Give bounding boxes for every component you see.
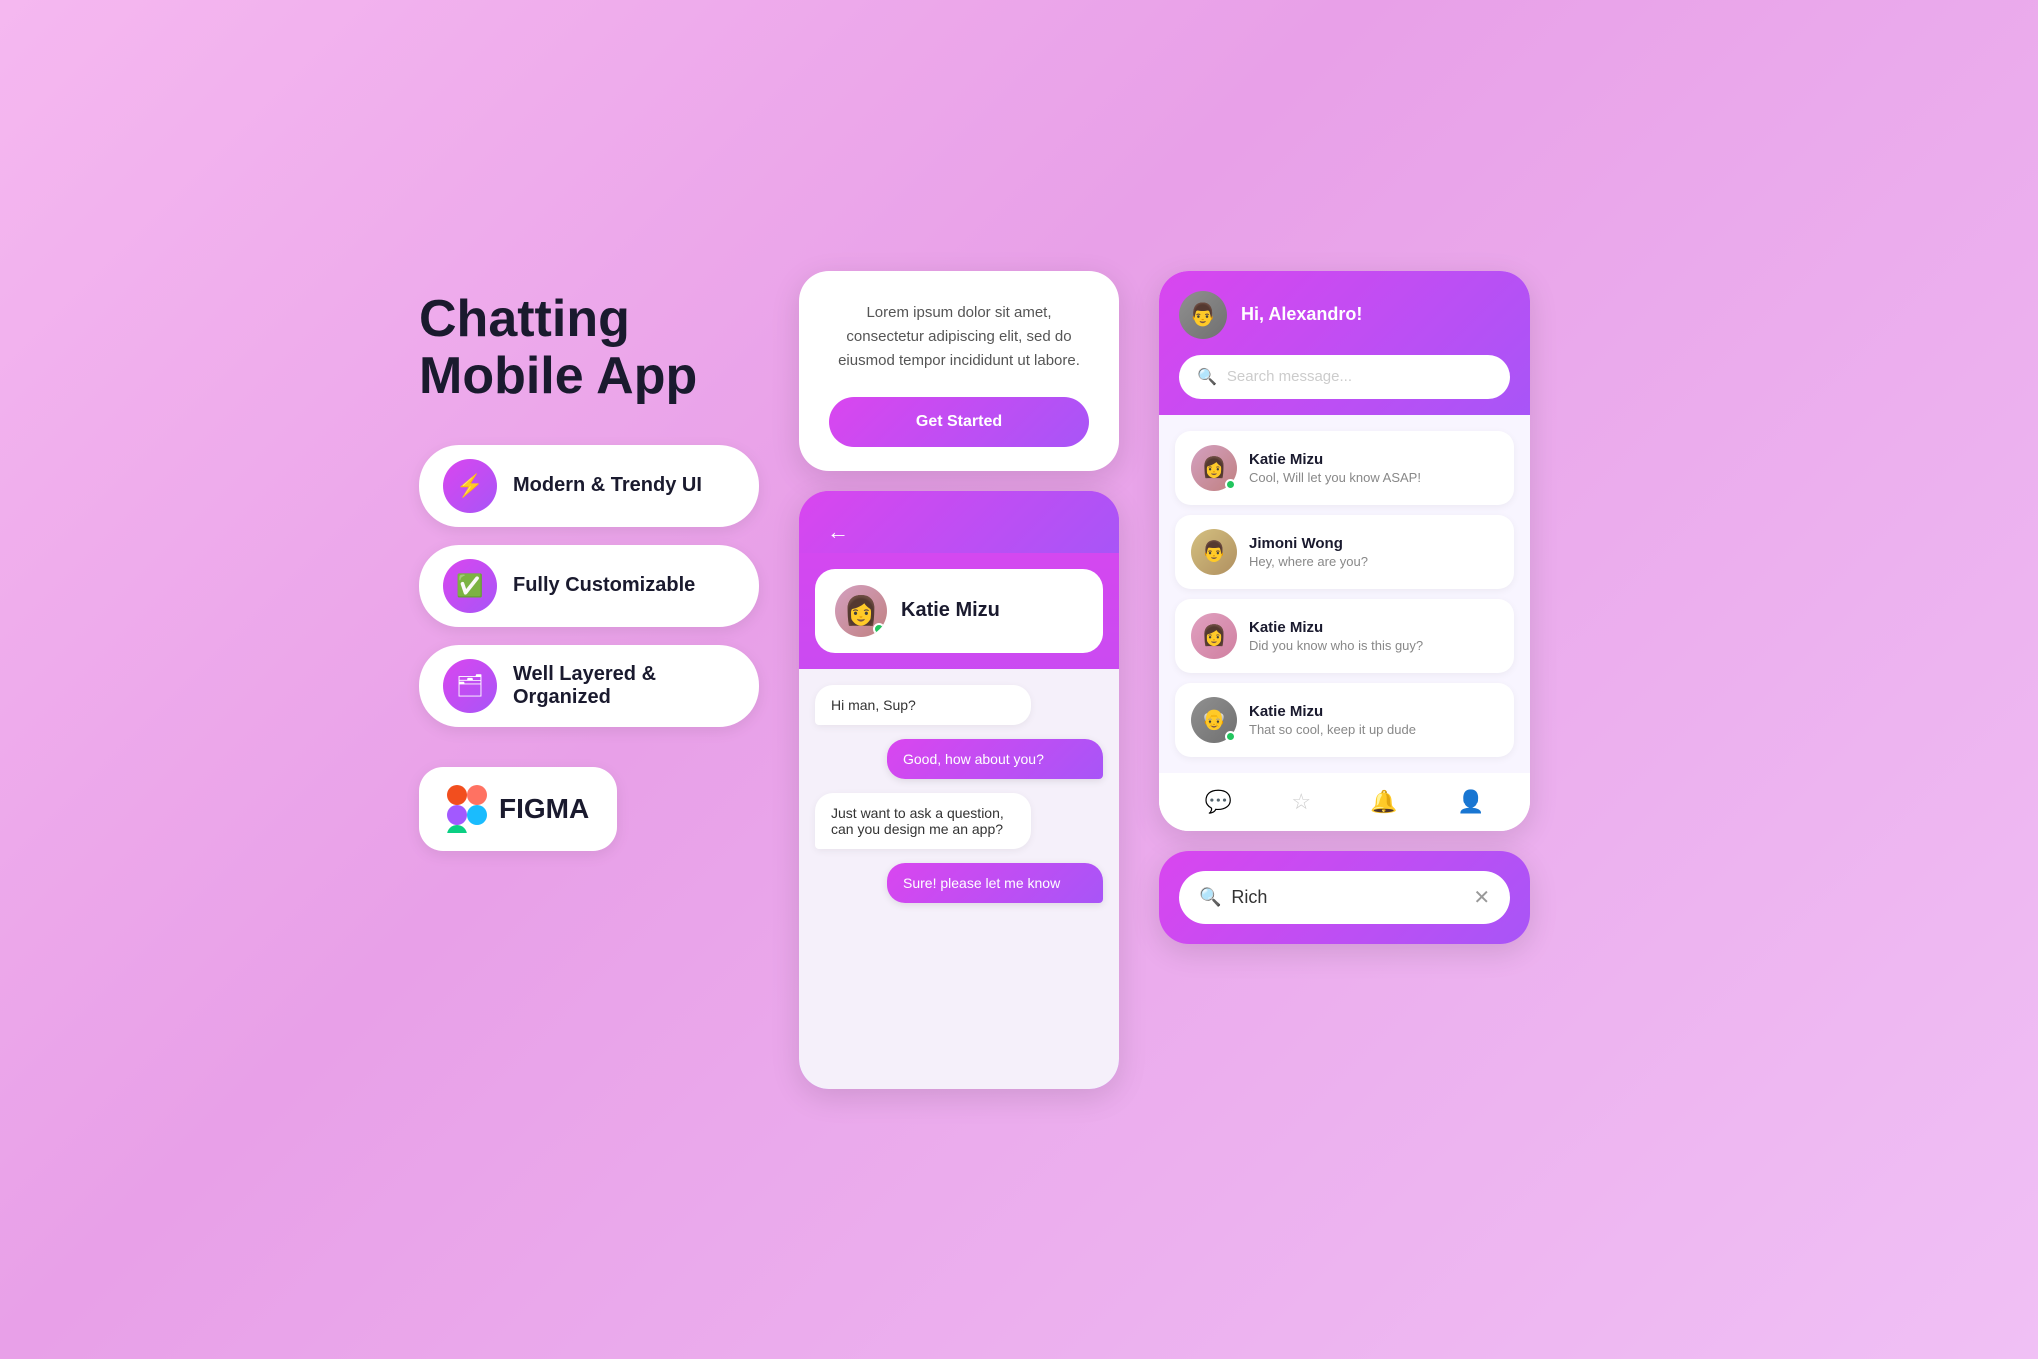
feature-layered-icon: 🗂 [443,659,497,713]
list-last-message: That so cool, keep it up dude [1249,722,1498,737]
feature-trendy: ⚡ Modern & Trendy UI [419,445,759,527]
list-avatar: 👴 [1191,697,1237,743]
nav-bell-icon[interactable]: 🔔 [1370,789,1397,815]
main-container: Chatting Mobile App ⚡ Modern & Trendy UI… [419,271,1619,1089]
list-contact-name: Katie Mizu [1249,451,1498,468]
list-avatar: 👩 [1191,445,1237,491]
chat-list-item[interactable]: 👩 Katie Mizu Did you know who is this gu… [1175,599,1514,673]
chat-list-item[interactable]: 👴 Katie Mizu That so cool, keep it up du… [1175,683,1514,757]
list-info: Katie Mizu That so cool, keep it up dude [1249,703,1498,737]
chat-list-item[interactable]: 👩 Katie Mizu Cool, Will let you know ASA… [1175,431,1514,505]
feature-customizable-icon: ✅ [443,559,497,613]
message-bubble: Sure! please let me know [887,863,1103,903]
nav-star-icon[interactable]: ☆ [1291,789,1311,815]
chat-list: 👩 Katie Mizu Cool, Will let you know ASA… [1159,415,1530,773]
search-placeholder: Search message... [1227,368,1352,385]
list-contact-name: Katie Mizu [1249,619,1498,636]
list-info: Katie Mizu Cool, Will let you know ASAP! [1249,451,1498,485]
contact-name: Katie Mizu [901,599,1000,622]
message-bubble: Just want to ask a question, can you des… [815,793,1031,849]
feature-customizable-label: Fully Customizable [513,574,695,597]
list-last-message: Cool, Will let you know ASAP! [1249,470,1498,485]
search-card-icon: 🔍 [1199,887,1221,908]
title-line2: Mobile App [419,347,697,405]
greeting-text: Hi, Alexandro! [1241,304,1362,325]
welcome-card-content: Lorem ipsum dolor sit amet, consectetur … [799,271,1119,471]
list-contact-name: Jimoni Wong [1249,535,1498,552]
chat-header: ← [799,491,1119,553]
search-card-close-button[interactable]: ✕ [1473,885,1490,910]
list-avatar: 👨 [1191,529,1237,575]
bottom-nav: 💬 ☆ 🔔 👤 [1159,773,1530,831]
bottom-search-card: 🔍 ✕ [1159,851,1530,944]
right-section: 👨 Hi, Alexandro! 🔍 Search message... 👩 [1159,271,1530,944]
chat-phone: ← 👩 Katie Mizu Hi man, Sup? Good, how abo… [799,491,1119,1089]
search-card-input[interactable] [1231,887,1463,908]
search-bar[interactable]: 🔍 Search message... [1179,355,1510,399]
back-button[interactable]: ← [819,511,857,553]
contact-card: 👩 Katie Mizu [815,569,1103,653]
list-last-message: Hey, where are you? [1249,554,1498,569]
list-info: Katie Mizu Did you know who is this guy? [1249,619,1498,653]
feature-layered: 🗂 Well Layered & Organized [419,645,759,727]
list-info: Jimoni Wong Hey, where are you? [1249,535,1498,569]
figma-logo: FIGMA [447,785,589,833]
figma-badge: FIGMA [419,767,617,851]
title-line1: Chatting [419,290,630,348]
middle-section: Lorem ipsum dolor sit amet, consectetur … [799,271,1119,1089]
search-card-bar[interactable]: 🔍 ✕ [1179,871,1510,924]
welcome-card: Lorem ipsum dolor sit amet, consectetur … [799,271,1119,471]
chat-list-item[interactable]: 👨 Jimoni Wong Hey, where are you? [1175,515,1514,589]
contact-avatar: 👩 [835,585,887,637]
nav-person-icon[interactable]: 👤 [1457,789,1484,815]
feature-layered-label: Well Layered & Organized [513,663,735,709]
message-bubble: Hi man, Sup? [815,685,1031,725]
get-started-button[interactable]: Get Started [829,397,1089,447]
online-indicator [873,623,885,635]
online-dot [1225,731,1236,742]
search-icon: 🔍 [1197,367,1217,387]
figma-label: FIGMA [499,793,589,825]
figma-icon [447,785,487,833]
list-last-message: Did you know who is this guy? [1249,638,1498,653]
user-avatar: 👨 [1179,291,1227,339]
left-panel: Chatting Mobile App ⚡ Modern & Trendy UI… [419,271,759,851]
online-dot [1225,479,1236,490]
nav-chat-icon[interactable]: 💬 [1205,789,1232,815]
feature-trendy-label: Modern & Trendy UI [513,474,702,497]
feature-trendy-icon: ⚡ [443,459,497,513]
chat-app: 👨 Hi, Alexandro! 🔍 Search message... 👩 [1159,271,1530,831]
main-title: Chatting Mobile App [419,291,759,405]
features-list: ⚡ Modern & Trendy UI ✅ Fully Customizabl… [419,445,759,727]
greeting-row: 👨 Hi, Alexandro! [1179,291,1510,339]
list-avatar: 👩 [1191,613,1237,659]
chat-app-header: 👨 Hi, Alexandro! 🔍 Search message... [1159,271,1530,415]
welcome-body-text: Lorem ipsum dolor sit amet, consectetur … [829,301,1089,373]
feature-customizable: ✅ Fully Customizable [419,545,759,627]
list-contact-name: Katie Mizu [1249,703,1498,720]
message-bubble: Good, how about you? [887,739,1103,779]
chat-messages: Hi man, Sup? Good, how about you? Just wan… [799,669,1119,1089]
